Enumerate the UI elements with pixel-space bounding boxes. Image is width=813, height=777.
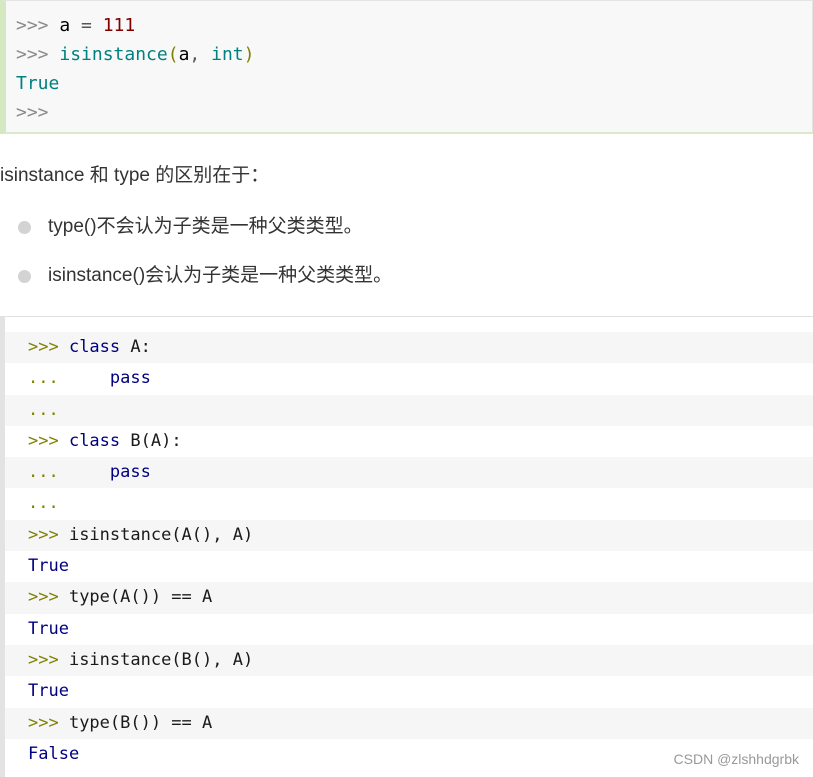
- csdn-watermark: CSDN @zlshhdgrbk: [673, 751, 799, 767]
- code-output-line: True: [28, 556, 69, 577]
- code-line: ... pass: [5, 457, 813, 489]
- code-output-line: True: [16, 73, 60, 94]
- bullet-dot-icon: [18, 221, 31, 234]
- prompt: >>>: [16, 102, 49, 123]
- code-line: >>> class A:: [5, 332, 813, 364]
- bullet-dot-icon: [18, 270, 31, 283]
- code-line: ...: [28, 493, 59, 514]
- list-item: type()不会认为子类是一种父类类型。: [0, 208, 392, 257]
- code-line: >>> type(A()) == A: [5, 582, 813, 614]
- code-line: >>> a = 111: [16, 15, 136, 36]
- code-line: >>> isinstance(A(), A): [5, 519, 813, 552]
- code-line: >>> isinstance(B(), A): [5, 644, 813, 677]
- code-line: >>>: [6, 98, 812, 127]
- code-output-line: True: [28, 681, 69, 702]
- code-line: ...: [5, 394, 813, 426]
- code-line: >>> class B(A):: [28, 430, 182, 451]
- code-block-subclass-check: >>> class A: ... pass ... >>> class B(A)…: [0, 316, 813, 777]
- difference-intro-text: isinstance 和 type 的区别在于：: [0, 165, 270, 186]
- prompt: >>>: [16, 44, 60, 65]
- code-block-isinstance-int: >>> a = 111 >>> isinstance(a, int) True …: [0, 0, 813, 134]
- code-line: ... pass: [28, 368, 151, 389]
- code-line: >>> type(B()) == A: [5, 707, 813, 739]
- code-output-line: True: [28, 618, 69, 639]
- difference-bullet-list: type()不会认为子类是一种父类类型。 isinstance()会认为子类是一…: [0, 208, 392, 306]
- prompt: >>>: [16, 15, 60, 36]
- code-line: >>> isinstance(a, int): [16, 44, 255, 65]
- list-item: isinstance()会认为子类是一种父类类型。: [0, 257, 392, 306]
